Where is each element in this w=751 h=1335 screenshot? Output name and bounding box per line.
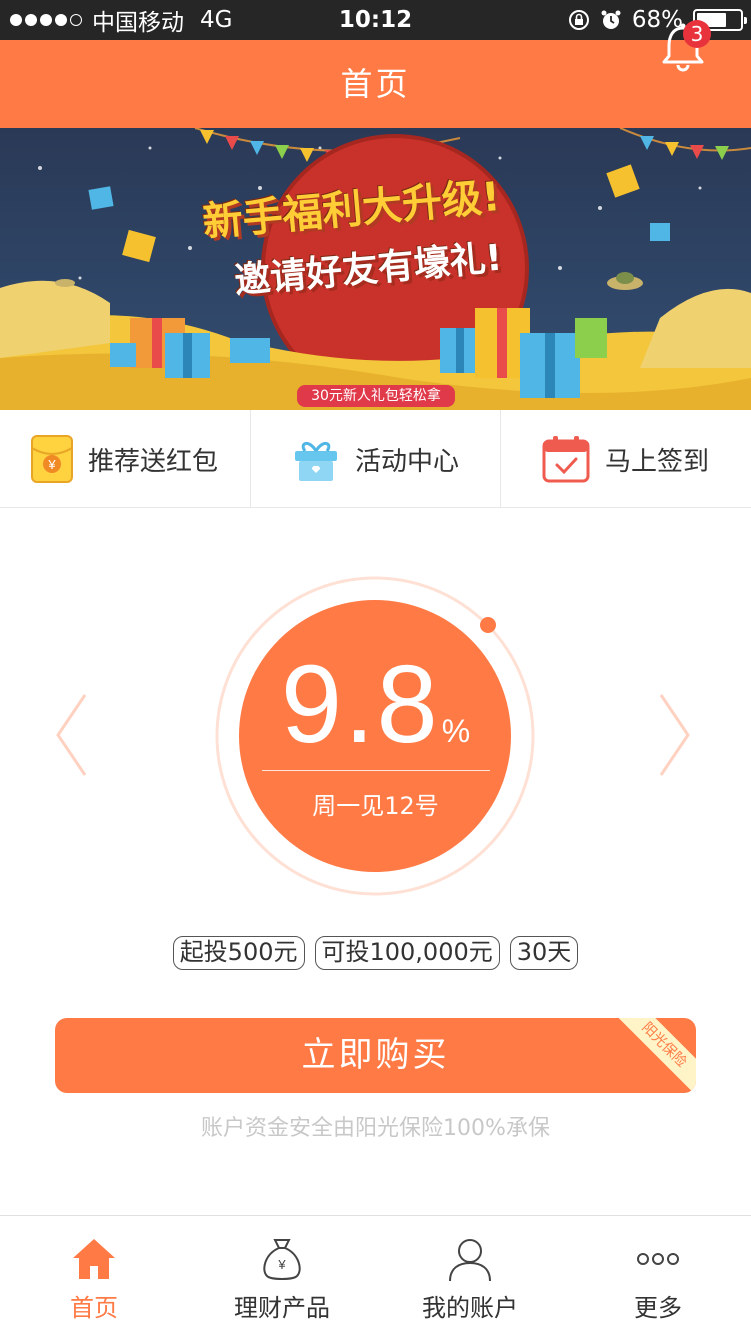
tab-label: 首页 [70,1294,118,1322]
tab-products[interactable]: ¥ 理财产品 [188,1216,376,1335]
tab-account[interactable]: 我的账户 [376,1216,564,1335]
interest-rate: 9.8 [280,643,440,766]
home-icon [73,1239,115,1279]
more-icon [637,1253,679,1265]
svg-text:¥: ¥ [277,1257,286,1272]
status-bar: 中国移动 4G 10:12 68% [0,0,751,40]
quick-item-label: 推荐送红包 [88,446,219,477]
insurance-note: 账户资金安全由阳光保险100%承保 [201,1116,550,1141]
user-icon [449,1239,491,1282]
tab-label: 理财产品 [234,1294,330,1322]
calendar-check-icon [542,436,590,483]
page-title: 首页 [340,65,411,103]
tab-label: 我的账户 [422,1294,518,1322]
interest-rate-unit: % [441,713,471,749]
buy-now-button[interactable]: 立即购买 阳光保险 [55,1018,696,1093]
quick-item-referral[interactable]: ¥ 推荐送红包 [0,410,250,508]
quick-item-label: 活动中心 [355,446,460,477]
chevron-right-icon[interactable] [656,690,696,780]
banner-tag: 30元新人礼包轻松拿 [297,385,455,407]
quick-item-activity[interactable]: 活动中心 [250,410,500,508]
product-name: 周一见12号 [312,792,439,820]
buy-now-label: 立即购买 [301,1035,450,1075]
tab-bar: 首页 ¥ 理财产品 我的账户 更多 [0,1215,751,1335]
quick-item-label: 马上签到 [605,446,710,477]
navigation-bar: 首页 [0,40,751,128]
gift-icon [295,442,337,481]
alarm-icon [601,10,621,29]
money-bag-icon: ¥ [263,1239,301,1280]
svg-text:¥: ¥ [47,457,56,472]
tab-more[interactable]: 更多 [564,1216,751,1335]
notification-badge: 3 [683,20,711,48]
rotation-lock-icon [568,10,589,30]
tab-home[interactable]: 首页 [0,1216,188,1335]
rate-display: 9.8% [240,650,511,760]
red-envelope-icon: ¥ [31,435,73,483]
tag-min-invest: 起投500元 [172,936,305,970]
tag-term: 30天 [509,936,579,970]
quick-menu: ¥ 推荐送红包 活动中心 马上签到 [0,410,751,508]
product-tags: 起投500元 可投100,000元 30天 [0,936,751,970]
tab-label: 更多 [634,1294,682,1322]
insurance-ribbon: 阳光保险 [612,1018,696,1093]
tag-available-amount: 可投100,000元 [314,936,500,970]
rate-divider [262,770,490,771]
quick-item-checkin[interactable]: 马上签到 [500,410,750,508]
chevron-left-icon[interactable] [50,690,90,780]
status-right: 68% [568,0,747,40]
